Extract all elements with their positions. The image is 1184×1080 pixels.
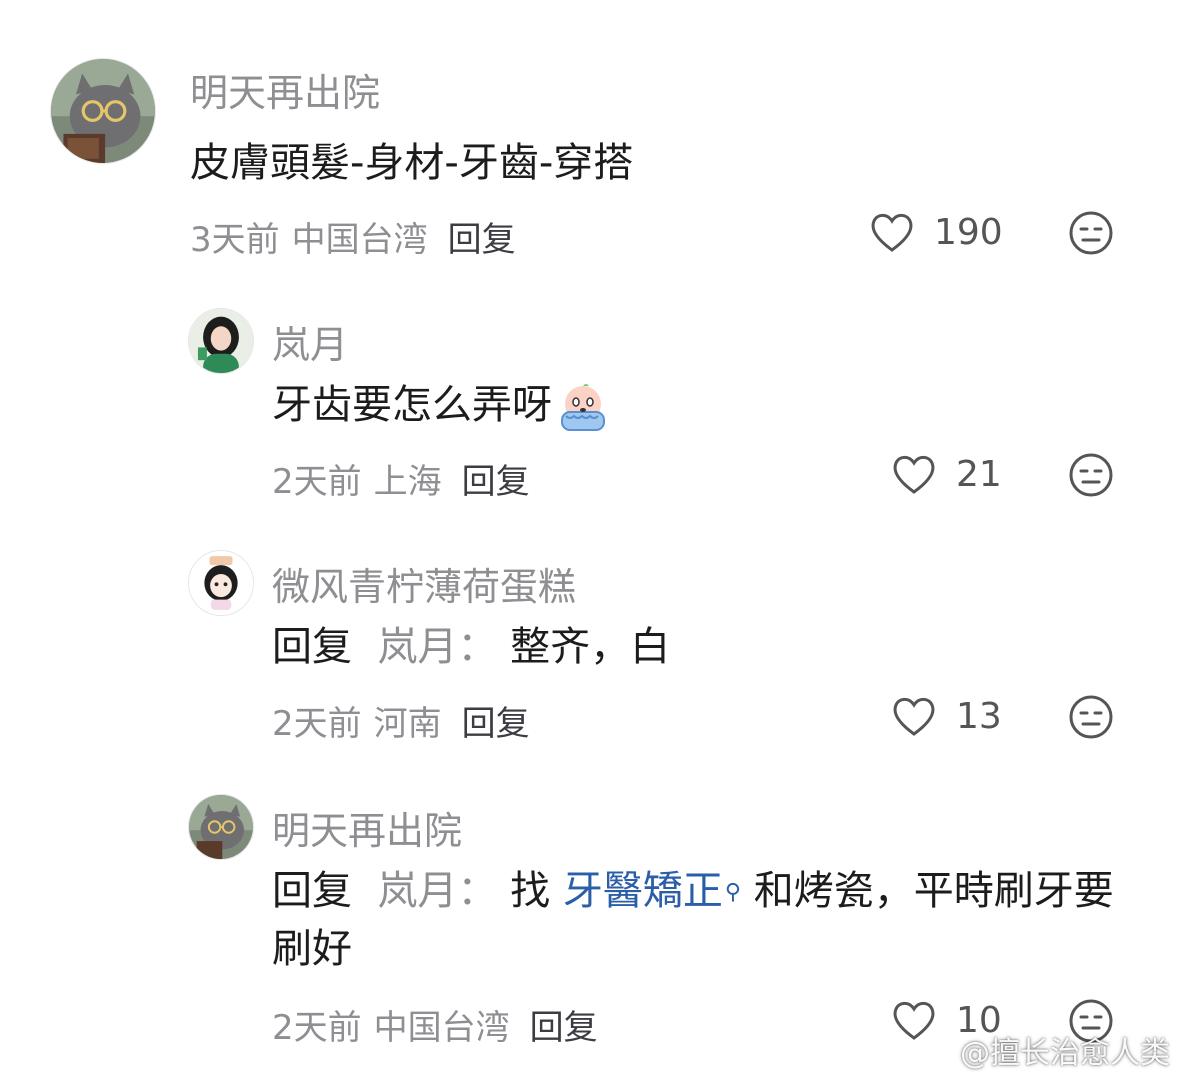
comment-location: 中国台湾 xyxy=(373,1008,510,1048)
search-link[interactable]: 牙醫矯正 xyxy=(563,868,723,914)
comment-text: 皮膚頭髮-身材-牙齒-穿搭 xyxy=(190,140,634,186)
comment-meta: 2天前 河南 回复 xyxy=(272,696,530,745)
like-count: 190 xyxy=(934,211,1003,253)
reply-prefix: 回复 xyxy=(272,868,352,914)
comment-text: 回复 岚月： 整齐，白 xyxy=(272,618,670,676)
like-button[interactable]: 13 xyxy=(890,694,1002,738)
comment-location: 上海 xyxy=(373,462,442,502)
meh-face-icon xyxy=(1069,695,1113,739)
comment-author[interactable]: 明天再出院 xyxy=(190,62,380,117)
comment-time: 2天前 xyxy=(272,1008,362,1048)
watermark-text: @擅长治愈人类 xyxy=(960,1036,1170,1071)
avatar[interactable] xyxy=(188,794,254,860)
avatar[interactable] xyxy=(188,308,254,374)
reply-target[interactable]: 岚月： xyxy=(377,868,497,914)
comment-meta: 3天前 中国台湾 回复 xyxy=(190,212,516,261)
avatar[interactable] xyxy=(50,58,156,164)
dislike-button[interactable] xyxy=(1068,694,1114,740)
comment-text-body: 牙齿要怎么弄呀 xyxy=(272,382,552,428)
weibo-logo-icon xyxy=(916,1038,956,1072)
reply-button[interactable]: 回复 xyxy=(462,462,530,502)
comment-time: 3天前 xyxy=(190,220,280,260)
comment-author[interactable]: 岚月 xyxy=(272,314,348,369)
meh-face-icon xyxy=(1069,453,1113,497)
comment-time: 2天前 xyxy=(272,704,362,744)
watermark: @擅长治愈人类 xyxy=(916,1028,1170,1072)
comment-location: 中国台湾 xyxy=(291,220,428,260)
reply-button[interactable]: 回复 xyxy=(462,704,530,744)
dislike-button[interactable] xyxy=(1068,452,1114,498)
comment-author[interactable]: 微风青柠薄荷蛋糕 xyxy=(272,556,576,611)
like-count: 21 xyxy=(956,453,1002,495)
comment-meta: 2天前 中国台湾 回复 xyxy=(272,1000,598,1049)
comment-author[interactable]: 明天再出院 xyxy=(272,800,462,855)
search-icon[interactable]: ⚲ xyxy=(725,880,741,905)
reply-prefix: 回复 xyxy=(272,624,352,670)
heart-icon xyxy=(893,697,935,736)
reply-button[interactable]: 回复 xyxy=(530,1008,598,1048)
comment-time: 2天前 xyxy=(272,462,362,502)
like-button[interactable]: 21 xyxy=(890,452,1002,496)
comment-text-before: 找 xyxy=(510,868,563,914)
comment-text-body: 整齐，白 xyxy=(510,624,671,670)
reply-target[interactable]: 岚月： xyxy=(377,624,497,670)
like-count: 13 xyxy=(956,695,1002,737)
reply-button[interactable]: 回复 xyxy=(448,220,516,260)
like-button[interactable]: 190 xyxy=(868,210,1003,254)
comment-location: 河南 xyxy=(373,704,442,744)
heart-icon xyxy=(871,213,913,252)
meh-face-icon xyxy=(1069,211,1113,255)
dislike-button[interactable] xyxy=(1068,210,1114,256)
heart-icon xyxy=(893,455,935,494)
crying-emoji xyxy=(556,380,610,434)
comment-text: 回复 岚月： 找 牙醫矯正⚲ 和烤瓷，平時刷牙要刷好 xyxy=(272,862,1142,978)
comment-text: 牙齿要怎么弄呀 xyxy=(272,376,610,434)
comment-meta: 2天前 上海 回复 xyxy=(272,454,530,503)
avatar[interactable] xyxy=(188,550,254,616)
